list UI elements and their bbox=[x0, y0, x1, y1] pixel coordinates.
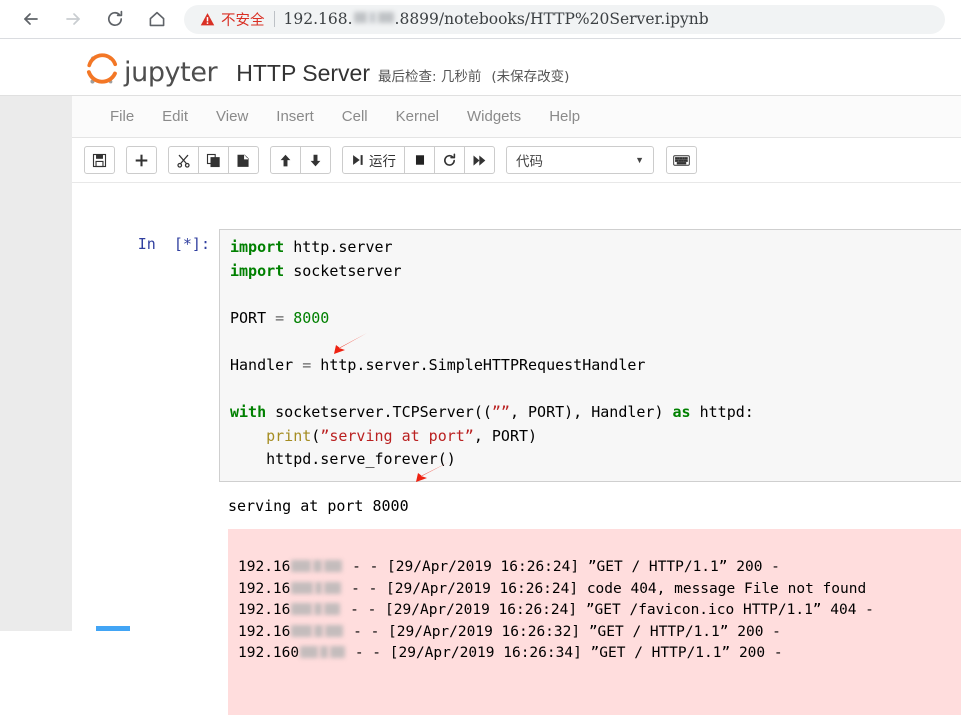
jupyter-brand-row: jupyter HTTP Server 最后检查: 几秒前 (未保存改变) bbox=[85, 47, 569, 88]
menu-cell[interactable]: Cell bbox=[328, 103, 382, 130]
unsaved-changes-status: (未保存改变) bbox=[491, 69, 570, 85]
log-ip-prefix: 192.160 bbox=[238, 644, 300, 661]
jupyter-logo-icon[interactable] bbox=[85, 53, 119, 87]
run-cell-button[interactable]: 运行 bbox=[342, 146, 405, 174]
menu-kernel[interactable]: Kernel bbox=[382, 103, 453, 130]
cell-output-stderr: 192.16 - - [29/Apr/2019 16:26:24] ”GET /… bbox=[228, 528, 961, 715]
chevron-down-icon: ▼ bbox=[635, 155, 644, 165]
redacted-ip-octet bbox=[291, 603, 313, 616]
toolbar: 运行 代码 ▼ bbox=[72, 138, 961, 183]
log-line-rest: - - [29/Apr/2019 16:26:24] ”GET / HTTP/1… bbox=[343, 559, 780, 576]
log-line-rest: - - [29/Apr/2019 16:26:24] ”GET /favicon… bbox=[341, 602, 874, 619]
browser-chrome: 不安全 192.168. .8899/notebooks/HTTP%20Serve… bbox=[0, 0, 961, 39]
menu-help[interactable]: Help bbox=[535, 103, 594, 130]
log-line: 192.16 - - [29/Apr/2019 16:26:24] ”GET /… bbox=[238, 600, 951, 621]
run-button-label: 运行 bbox=[369, 154, 396, 170]
insert-cell-below-button[interactable] bbox=[126, 146, 157, 174]
reload-icon[interactable] bbox=[102, 6, 128, 32]
jupyter-wordmark[interactable]: jupyter bbox=[124, 57, 218, 88]
toolbar-group-run: 运行 bbox=[342, 146, 495, 174]
cell-type-value: 代码 bbox=[516, 154, 543, 170]
redacted-ip-octet bbox=[313, 560, 323, 573]
page-backdrop: jupyter HTTP Server 最后检查: 几秒前 (未保存改变) Fi… bbox=[0, 39, 961, 715]
redacted-ip-octet bbox=[314, 603, 323, 616]
move-cell-down-button[interactable] bbox=[300, 146, 331, 174]
restart-and-run-all-button[interactable] bbox=[464, 146, 495, 174]
redacted-ip-octet bbox=[291, 581, 314, 594]
cut-button[interactable] bbox=[168, 146, 199, 174]
log-ip-prefix: 192.16 bbox=[238, 580, 291, 597]
code-editor[interactable]: import http.server import socketserver P… bbox=[219, 229, 961, 482]
command-palette-button[interactable] bbox=[666, 146, 697, 174]
log-line-rest: - - [29/Apr/2019 16:26:34] ”GET / HTTP/1… bbox=[346, 644, 783, 661]
toolbar-group-insert bbox=[126, 146, 157, 174]
menu-widgets[interactable]: Widgets bbox=[453, 103, 535, 130]
redacted-ip-octet bbox=[368, 12, 376, 23]
redacted-ip-octet bbox=[300, 645, 319, 658]
log-line: 192.16 - - [29/Apr/2019 16:26:24] code 4… bbox=[238, 579, 951, 600]
log-ip-prefix: 192.16 bbox=[238, 602, 291, 619]
log-line-rest: - - [29/Apr/2019 16:26:24] code 404, mes… bbox=[342, 580, 867, 597]
copy-button[interactable] bbox=[198, 146, 229, 174]
move-cell-up-button[interactable] bbox=[270, 146, 301, 174]
address-bar[interactable]: 不安全 192.168. .8899/notebooks/HTTP%20Serve… bbox=[184, 4, 945, 34]
notebook-name[interactable]: HTTP Server bbox=[236, 60, 370, 87]
home-icon[interactable] bbox=[144, 6, 170, 32]
redacted-ip-octet bbox=[315, 581, 323, 594]
toolbar-group-clipboard bbox=[168, 146, 259, 174]
browser-nav-buttons bbox=[0, 6, 170, 32]
notebook-body: In [*]: import http.server import socket… bbox=[72, 183, 961, 715]
checkpoint-status: 最后检查: 几秒前 bbox=[378, 69, 482, 85]
redacted-ip-octet bbox=[330, 645, 346, 658]
cell-input-row: In [*]: import http.server import socket… bbox=[72, 183, 961, 482]
redacted-ip-octet bbox=[353, 12, 367, 23]
menu-file[interactable]: File bbox=[96, 103, 148, 130]
toolbar-group-keyboard bbox=[666, 146, 697, 174]
cell-execution-prompt: In [*]: bbox=[137, 235, 210, 253]
log-line: 192.16 - - [29/Apr/2019 16:26:24] ”GET /… bbox=[238, 557, 951, 578]
menu-view[interactable]: View bbox=[202, 103, 262, 130]
redacted-ip-octet bbox=[324, 581, 342, 594]
restart-kernel-button[interactable] bbox=[434, 146, 465, 174]
next-cell-area[interactable] bbox=[72, 625, 961, 631]
security-status-label: 不安全 bbox=[221, 12, 265, 29]
toolbar-group-move bbox=[270, 146, 331, 174]
menu-insert[interactable]: Insert bbox=[262, 103, 328, 130]
jupyter-header: jupyter HTTP Server 最后检查: 几秒前 (未保存改变) bbox=[0, 39, 961, 96]
omnibox-divider bbox=[273, 11, 275, 27]
redacted-ip-octet bbox=[377, 12, 394, 23]
log-line: 192.160 - - [29/Apr/2019 16:26:34] ”GET … bbox=[238, 643, 951, 664]
url-text: 192.168. .8899/notebooks/HTTP%20Server.ip… bbox=[284, 10, 709, 28]
cell-type-select[interactable]: 代码 ▼ bbox=[506, 146, 654, 174]
redacted-ip-octet bbox=[324, 603, 341, 616]
back-icon[interactable] bbox=[18, 6, 44, 32]
url-prefix: 192.168. bbox=[283, 10, 353, 28]
log-ip-prefix: 192.16 bbox=[238, 559, 291, 576]
redacted-ip-octet bbox=[291, 560, 312, 573]
menubar: File Edit View Insert Cell Kernel Widget… bbox=[72, 96, 961, 138]
warning-triangle-icon bbox=[200, 12, 215, 27]
redacted-ip-octet bbox=[324, 560, 343, 573]
paste-button[interactable] bbox=[228, 146, 259, 174]
code-cell[interactable]: In [*]: import http.server import socket… bbox=[72, 183, 961, 715]
run-step-icon bbox=[353, 155, 363, 165]
cell-output-stdout: serving at port 8000 bbox=[228, 496, 409, 515]
toolbar-group-save bbox=[84, 146, 115, 174]
url-suffix: .8899/notebooks/HTTP%20Server.ipynb bbox=[394, 10, 709, 28]
forward-icon[interactable] bbox=[60, 6, 86, 32]
interrupt-kernel-button[interactable] bbox=[404, 146, 435, 174]
cell-selection-indicator bbox=[96, 626, 130, 631]
save-button[interactable] bbox=[84, 146, 115, 174]
redacted-ip-octet bbox=[320, 645, 329, 658]
menu-edit[interactable]: Edit bbox=[148, 103, 202, 130]
